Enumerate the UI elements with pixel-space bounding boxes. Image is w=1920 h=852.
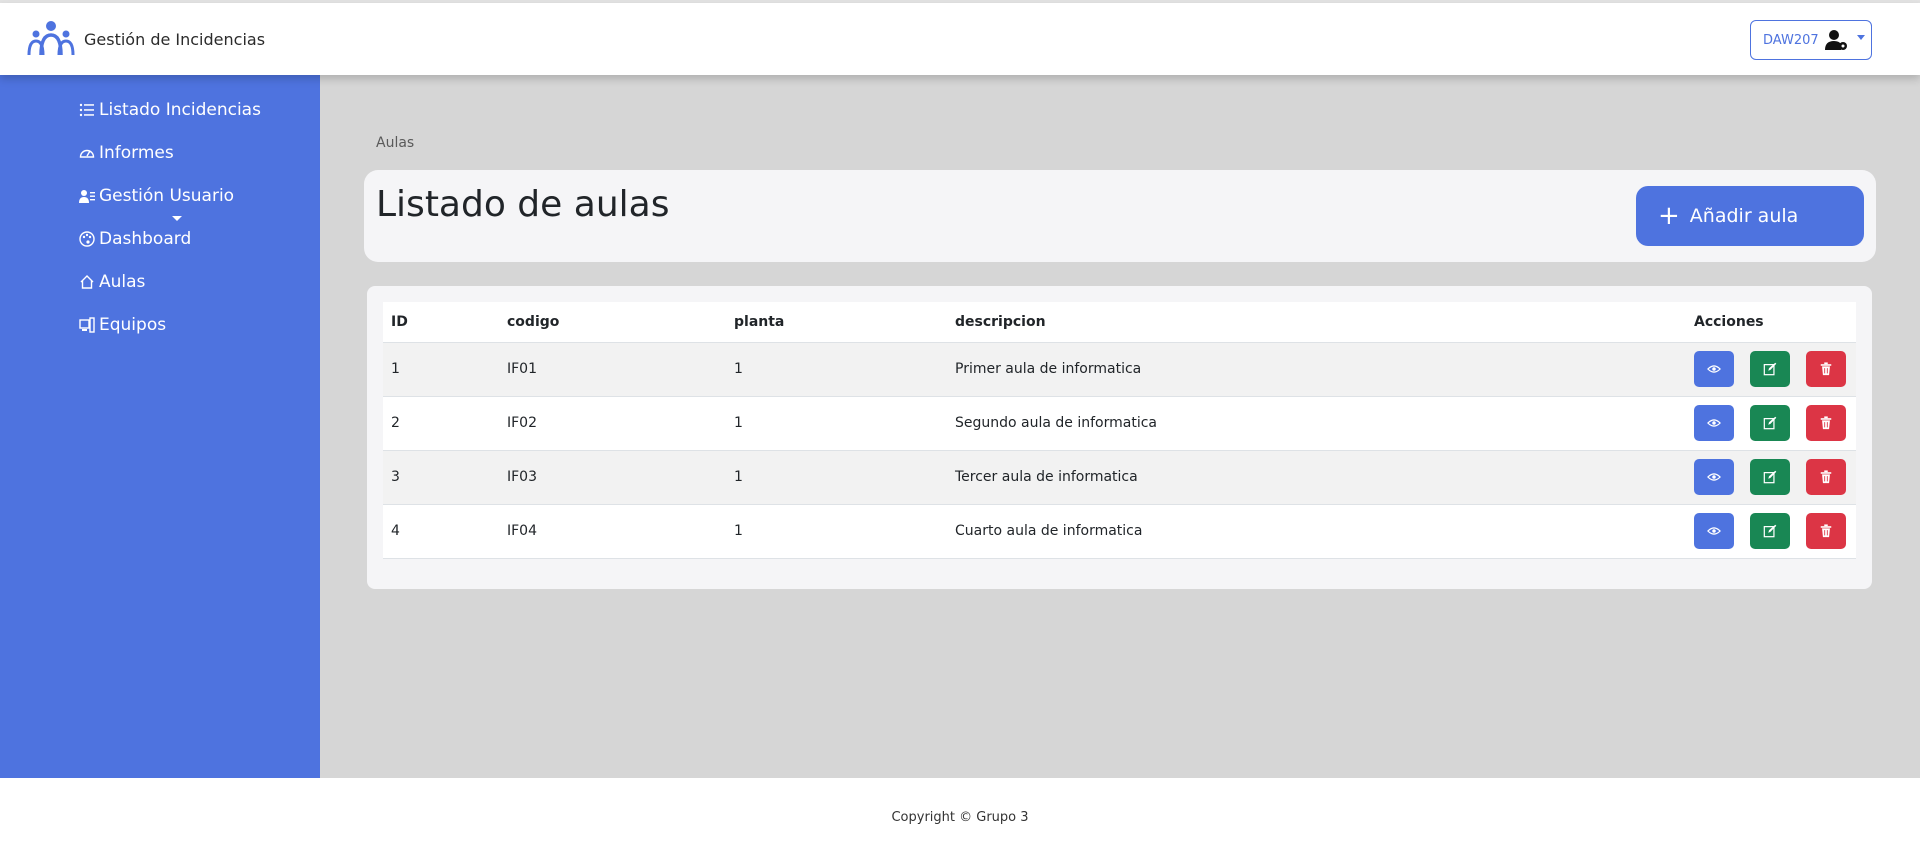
sidebar-item-label: Gestión Usuario bbox=[99, 186, 235, 206]
eye-icon bbox=[1707, 527, 1721, 535]
cell-codigo: IF02 bbox=[499, 396, 726, 451]
edit-button[interactable] bbox=[1750, 459, 1790, 495]
cell-descripcion: Primer aula de informatica bbox=[947, 342, 1686, 397]
computer-icon bbox=[79, 317, 95, 333]
list-icon bbox=[79, 103, 94, 117]
informes-dropdown-caret-icon[interactable] bbox=[172, 216, 182, 221]
sidebar-item-label: Informes bbox=[99, 143, 174, 163]
delete-button[interactable] bbox=[1806, 405, 1846, 441]
add-aula-label: Añadir aula bbox=[1689, 205, 1799, 227]
sidebar-item-gestion-usuario[interactable]: Gestión Usuario bbox=[79, 186, 234, 206]
breadcrumb[interactable]: Aulas bbox=[376, 135, 414, 151]
sidebar-item-equipos[interactable]: Equipos bbox=[79, 315, 166, 335]
edit-icon bbox=[1763, 524, 1777, 538]
brand[interactable]: Gestión de Incidencias bbox=[26, 19, 265, 59]
delete-button[interactable] bbox=[1806, 459, 1846, 495]
sidebar-item-aulas[interactable]: Aulas bbox=[79, 272, 145, 292]
sidebar-item-dashboard[interactable]: Dashboard bbox=[79, 229, 191, 249]
cell-codigo: IF03 bbox=[499, 450, 726, 505]
plus-icon: + bbox=[1658, 201, 1680, 231]
palette-icon bbox=[79, 231, 95, 247]
copyright-text: Copyright © Grupo 3 bbox=[891, 810, 1029, 825]
edit-button[interactable] bbox=[1750, 351, 1790, 387]
chevron-down-icon bbox=[1856, 34, 1865, 40]
column-header-descripcion: descripcion bbox=[947, 302, 1686, 343]
cell-acciones bbox=[1686, 342, 1856, 397]
column-header-codigo: codigo bbox=[499, 302, 726, 343]
table-header-row: ID codigo planta descripcion Acciones bbox=[383, 302, 1856, 343]
cell-planta: 1 bbox=[726, 504, 947, 559]
sidebar-item-listado-incidencias[interactable]: Listado Incidencias bbox=[79, 100, 261, 120]
table-row: 1 IF01 1 Primer aula de informatica bbox=[383, 342, 1856, 397]
user-label: DAW207 bbox=[1763, 32, 1819, 48]
people-group-icon bbox=[27, 21, 75, 56]
sidebar-item-label: Listado Incidencias bbox=[99, 100, 261, 120]
cell-planta: 1 bbox=[726, 450, 947, 505]
edit-icon bbox=[1763, 416, 1777, 430]
delete-button[interactable] bbox=[1806, 513, 1846, 549]
edit-icon bbox=[1763, 362, 1777, 376]
column-header-planta: planta bbox=[726, 302, 947, 343]
cell-acciones bbox=[1686, 504, 1856, 559]
page-title: Listado de aulas bbox=[376, 184, 670, 225]
table-row: 3 IF03 1 Tercer aula de informatica bbox=[383, 450, 1856, 505]
column-header-acciones: Acciones bbox=[1686, 302, 1856, 343]
edit-button[interactable] bbox=[1750, 405, 1790, 441]
sidebar-item-label: Equipos bbox=[99, 315, 167, 335]
app-title: Gestión de Incidencias bbox=[84, 29, 266, 49]
footer: Copyright © Grupo 3 bbox=[0, 778, 1920, 852]
cell-id: 4 bbox=[383, 504, 499, 559]
edit-button[interactable] bbox=[1750, 513, 1790, 549]
cell-acciones bbox=[1686, 396, 1856, 451]
add-aula-button[interactable]: + Añadir aula bbox=[1636, 186, 1864, 246]
edit-icon bbox=[1763, 470, 1777, 484]
aulas-table: ID codigo planta descripcion Acciones 1 … bbox=[383, 302, 1856, 559]
table-card: ID codigo planta descripcion Acciones 1 … bbox=[367, 286, 1872, 589]
view-button[interactable] bbox=[1694, 513, 1734, 549]
trash-icon bbox=[1820, 524, 1832, 538]
cell-descripcion: Cuarto aula de informatica bbox=[947, 504, 1686, 559]
cell-planta: 1 bbox=[726, 396, 947, 451]
cell-id: 1 bbox=[383, 342, 499, 397]
house-icon bbox=[80, 275, 94, 289]
gauge-icon bbox=[79, 149, 95, 158]
app-header: Gestión de Incidencias DAW207 bbox=[0, 3, 1920, 75]
view-button[interactable] bbox=[1694, 405, 1734, 441]
cell-codigo: IF04 bbox=[499, 504, 726, 559]
eye-icon bbox=[1707, 419, 1721, 427]
cell-codigo: IF01 bbox=[499, 342, 726, 397]
sidebar-item-label: Dashboard bbox=[99, 229, 192, 249]
cell-planta: 1 bbox=[726, 342, 947, 397]
table-row: 4 IF04 1 Cuarto aula de informatica bbox=[383, 504, 1856, 559]
main-content: Aulas Listado de aulas + Añadir aula ID … bbox=[320, 75, 1920, 778]
trash-icon bbox=[1820, 470, 1832, 484]
cell-descripcion: Segundo aula de informatica bbox=[947, 396, 1686, 451]
cell-id: 3 bbox=[383, 450, 499, 505]
table-row: 2 IF02 1 Segundo aula de informatica bbox=[383, 396, 1856, 451]
sidebar: Listado Incidencias Informes Gestión Usu… bbox=[0, 75, 320, 778]
cell-id: 2 bbox=[383, 396, 499, 451]
user-gear-icon bbox=[1824, 30, 1847, 50]
title-card: Listado de aulas + Añadir aula bbox=[364, 170, 1876, 262]
view-button[interactable] bbox=[1694, 351, 1734, 387]
trash-icon bbox=[1820, 362, 1832, 376]
cell-acciones bbox=[1686, 450, 1856, 505]
view-button[interactable] bbox=[1694, 459, 1734, 495]
cell-descripcion: Tercer aula de informatica bbox=[947, 450, 1686, 505]
trash-icon bbox=[1820, 416, 1832, 430]
sidebar-item-label: Aulas bbox=[99, 272, 146, 292]
user-list-icon bbox=[79, 190, 95, 203]
column-header-id: ID bbox=[383, 302, 499, 343]
user-menu-button[interactable]: DAW207 bbox=[1750, 20, 1872, 60]
sidebar-item-informes[interactable]: Informes bbox=[79, 143, 174, 163]
eye-icon bbox=[1707, 473, 1721, 481]
delete-button[interactable] bbox=[1806, 351, 1846, 387]
eye-icon bbox=[1707, 365, 1721, 373]
